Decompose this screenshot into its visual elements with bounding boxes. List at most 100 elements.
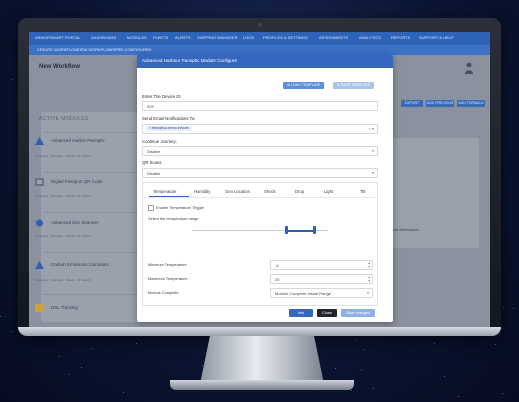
save-template-button[interactable]: ⊕ SAVE TEMPLATE <box>333 82 374 89</box>
nav-support[interactable]: SUPPORT & HELP <box>419 35 454 40</box>
star <box>502 393 503 394</box>
enable-trigger-checkbox[interactable] <box>148 205 154 211</box>
star <box>12 79 13 80</box>
module-item[interactable] <box>43 252 147 293</box>
load-template-button[interactable]: ⊕ LOAD TEMPLATE <box>283 82 325 89</box>
modal-title: Advanced Harbour Panoptic Module Configu… <box>142 58 237 63</box>
star <box>59 356 60 357</box>
emissions-icon <box>35 261 44 269</box>
configure-modal: Advanced Harbour Panoptic Module Configu… <box>137 54 393 322</box>
dsl-badge-icon <box>35 304 44 312</box>
module-title: Carbon Emissions Calculator <box>51 262 110 267</box>
star <box>444 376 445 377</box>
add-previous-button[interactable]: ADD PREVIOUS <box>426 100 454 107</box>
subnav-create[interactable]: CREATE WORKFLOW <box>37 47 78 52</box>
nav-alerts[interactable]: ALERTS <box>175 35 191 40</box>
tab-divider <box>143 197 375 198</box>
save-changes-button[interactable]: Save changes <box>341 309 375 317</box>
star <box>364 349 365 350</box>
star <box>0 316 1 317</box>
slider-min-handle[interactable] <box>285 226 288 234</box>
device-id-value: 009 <box>147 103 154 109</box>
star <box>434 343 435 344</box>
min-temp-input[interactable]: -4 ▴ ▾ <box>270 260 373 270</box>
email-chip[interactable]: × team@sa.demo.in/work <box>146 126 192 131</box>
tab-light[interactable]: Light <box>324 189 333 194</box>
camera-dot <box>258 23 262 27</box>
subnav-preconfigured[interactable]: PRE-CONFIGURED <box>115 47 151 52</box>
qr-value: Disable <box>147 170 161 176</box>
user-icon[interactable] <box>465 62 473 74</box>
chevron-down-icon: ▾ <box>371 148 374 153</box>
info-button[interactable]: Info <box>289 309 313 317</box>
spinner-icon[interactable]: ▴ ▾ <box>368 261 370 269</box>
page-title: New Workflow <box>39 64 80 70</box>
export-button[interactable]: EXPORT <box>401 100 423 107</box>
nav-logs[interactable]: LOGS <box>243 35 254 40</box>
star <box>513 308 514 309</box>
star <box>123 392 124 393</box>
star <box>11 331 12 332</box>
nav-assignments[interactable]: ASSIGNMENTS <box>319 35 348 40</box>
module-meta: Configure · Duplicate · Delete · ID Sear… <box>35 194 91 198</box>
module-meta: Configure · Duplicate · Delete · ID Sear… <box>35 234 91 238</box>
module-complete-value: Module Complete Inside Range <box>275 290 332 296</box>
tab-geo-location[interactable]: Geo Location <box>225 189 250 194</box>
module-meta: Configure · Duplicate · Delete · ID Sear… <box>35 278 91 282</box>
monitor-stand-base <box>170 380 354 390</box>
nav-dashboard[interactable]: DASHBOARD <box>91 35 116 40</box>
tab-tilt[interactable]: Tilt <box>360 189 365 194</box>
qr-label: QR Scans <box>142 160 162 165</box>
star <box>458 396 459 397</box>
nav-analytics[interactable]: ANALYTICS <box>359 35 381 40</box>
email-select[interactable]: × team@sa.demo.in/work × ▾ <box>142 124 378 134</box>
doc-scanner-icon <box>36 219 43 227</box>
nav-shipping[interactable]: SHIPPING MANAGER <box>197 35 237 40</box>
device-id-label: Enter The Device ID <box>142 94 181 99</box>
star <box>68 374 69 375</box>
slider-max-handle[interactable] <box>313 226 316 234</box>
tab-shock[interactable]: Shock <box>264 189 276 194</box>
nav-brand[interactable]: ARMORSMART PORTAL <box>35 35 81 40</box>
spinner-icon[interactable]: ▴ ▾ <box>368 275 370 283</box>
nav-reports[interactable]: REPORTS <box>391 35 410 40</box>
module-item[interactable] <box>43 212 147 253</box>
journey-label: Continue Journey: <box>142 139 177 144</box>
nav-fleets[interactable]: FLEETS <box>153 35 168 40</box>
tab-temperature[interactable]: Temperature <box>153 189 177 194</box>
qr-code-icon <box>35 178 44 186</box>
monitor-stand-neck <box>200 336 324 384</box>
journey-select[interactable]: Disable ▾ <box>142 146 378 156</box>
add-formula-button[interactable]: ADD FORMULA <box>457 100 485 107</box>
tab-humidity[interactable]: Humidity <box>194 189 210 194</box>
star <box>355 339 356 340</box>
nav-modules[interactable]: MODULES <box>127 35 147 40</box>
nav-profiles[interactable]: PROFILES & SETTINGS <box>263 35 308 40</box>
module-logo-icon <box>35 137 44 145</box>
module-title: DSL Tracking <box>51 305 78 310</box>
active-tab-indicator <box>149 196 189 197</box>
load-template-label: LOAD TEMPLATE <box>291 83 321 87</box>
module-meta: Configure · Duplicate · Delete · ID Sear… <box>35 154 91 158</box>
star <box>373 388 374 389</box>
subnav-view[interactable]: VIEW WORKFLOWS <box>77 47 115 52</box>
enable-trigger-label: Enable Temperature Trigger <box>156 205 205 210</box>
module-complete-label: Module Complete <box>148 290 179 295</box>
modules-panel-heading: ACTIVE MODULES <box>39 116 89 122</box>
top-nav: ARMORSMART PORTAL DASHBOARD MODULES FLEE… <box>29 32 490 45</box>
device-id-input[interactable]: 009 <box>142 101 378 111</box>
max-temp-value: 20 <box>275 276 280 282</box>
select-range-label: Select the temperature range <box>148 216 199 221</box>
monitor: ARMORSMART PORTAL DASHBOARD MODULES FLEE… <box>18 18 501 336</box>
qr-select[interactable]: Disable ▾ <box>142 168 378 178</box>
email-label: Send Email Notifications To: <box>142 116 196 121</box>
module-item[interactable] <box>43 294 147 327</box>
save-template-label: SAVE TEMPLATE <box>341 83 370 87</box>
clear-chevron-icon[interactable]: × ▾ <box>369 126 374 131</box>
module-complete-select[interactable]: Module Complete Inside Range ▾ <box>270 288 373 298</box>
tab-drop[interactable]: Drop <box>295 189 304 194</box>
star <box>361 370 362 371</box>
close-button[interactable]: Close <box>317 309 337 317</box>
max-temp-input[interactable]: 20 ▴ ▾ <box>270 274 373 284</box>
monitor-chin <box>18 327 501 336</box>
